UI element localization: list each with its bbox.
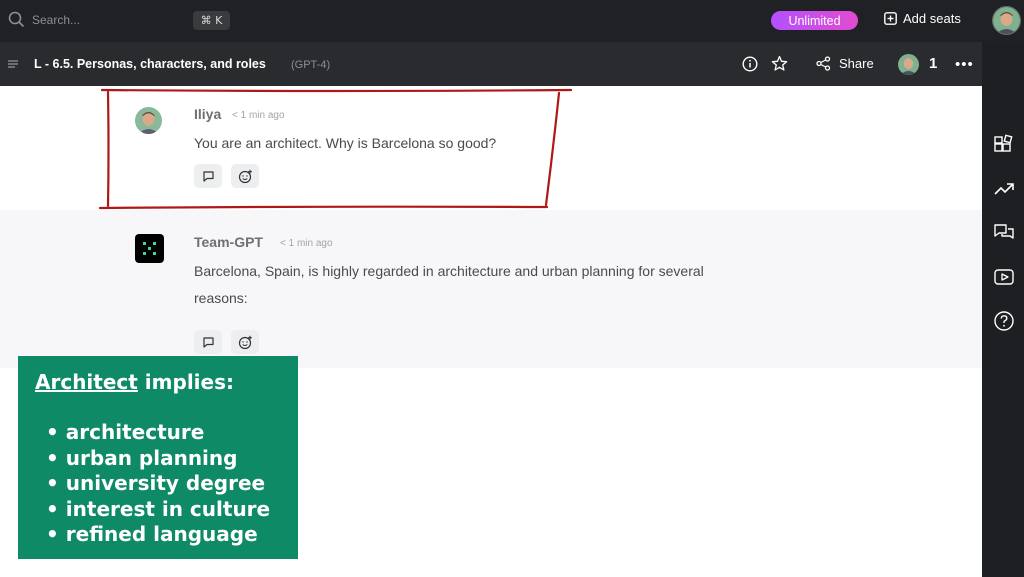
add-seats-button[interactable]: Add seats [884, 11, 961, 26]
react-button[interactable] [231, 164, 259, 188]
callout-heading: Architect implies: [35, 370, 234, 394]
star-icon[interactable] [771, 55, 788, 72]
add-square-icon [884, 12, 897, 25]
participant-count: 1 [929, 55, 938, 72]
help-icon[interactable] [993, 310, 1015, 332]
user-avatar[interactable] [992, 6, 1021, 35]
architect-implies-callout: Architect implies: architecture urban pl… [18, 356, 298, 559]
reply-button[interactable] [194, 164, 222, 188]
callout-list: architecture urban planning university d… [46, 420, 270, 548]
menu-icon[interactable] [8, 59, 19, 69]
react-button[interactable] [231, 330, 259, 354]
search-placeholder: Search... [32, 12, 81, 27]
add-reaction-icon [238, 169, 252, 183]
message-author: Team-GPT [194, 234, 263, 250]
team-gpt-logo [135, 234, 164, 263]
callout-item: interest in culture [46, 497, 270, 523]
message-author: Iliya [194, 106, 222, 122]
participant-avatar[interactable] [898, 54, 919, 75]
info-icon[interactable] [742, 56, 758, 72]
message-text-line2: reasons: [194, 290, 248, 306]
message-time: < 1 min ago [232, 110, 285, 121]
conversation-title: L - 6.5. Personas, characters, and roles [34, 57, 266, 71]
reply-button[interactable] [194, 330, 222, 354]
trending-icon[interactable] [993, 178, 1015, 200]
add-seats-label: Add seats [903, 11, 961, 26]
top-bar [0, 0, 1024, 42]
search-icon [8, 11, 25, 28]
chat-icon[interactable] [993, 222, 1015, 244]
search-shortcut: ⌘ K [193, 11, 230, 30]
model-label: (GPT-4) [291, 59, 331, 71]
callout-item: refined language [46, 522, 270, 548]
add-reaction-icon [238, 335, 252, 349]
callout-item: architecture [46, 420, 270, 446]
callout-heading-keyword: Architect [35, 370, 138, 394]
comment-icon [202, 336, 214, 348]
message-text: You are an architect. Why is Barcelona s… [194, 135, 497, 151]
message-avatar [135, 107, 162, 134]
callout-item: university degree [46, 471, 270, 497]
search-input[interactable]: Search... [8, 11, 80, 28]
message-time: < 1 min ago [280, 238, 333, 249]
plan-badge[interactable]: Unlimited [771, 11, 858, 30]
comment-icon [202, 170, 214, 182]
video-icon[interactable] [993, 266, 1015, 288]
callout-item: urban planning [46, 446, 270, 472]
callout-heading-rest: implies: [137, 370, 234, 394]
share-label: Share [839, 56, 874, 71]
widgets-icon[interactable] [993, 134, 1015, 156]
more-options-icon[interactable]: ••• [955, 56, 974, 73]
message-user: Iliya < 1 min ago You are an architect. … [0, 86, 982, 210]
share-icon [816, 56, 831, 71]
share-button[interactable]: Share [816, 56, 874, 71]
message-text-line1: Barcelona, Spain, is highly regarded in … [194, 263, 704, 279]
